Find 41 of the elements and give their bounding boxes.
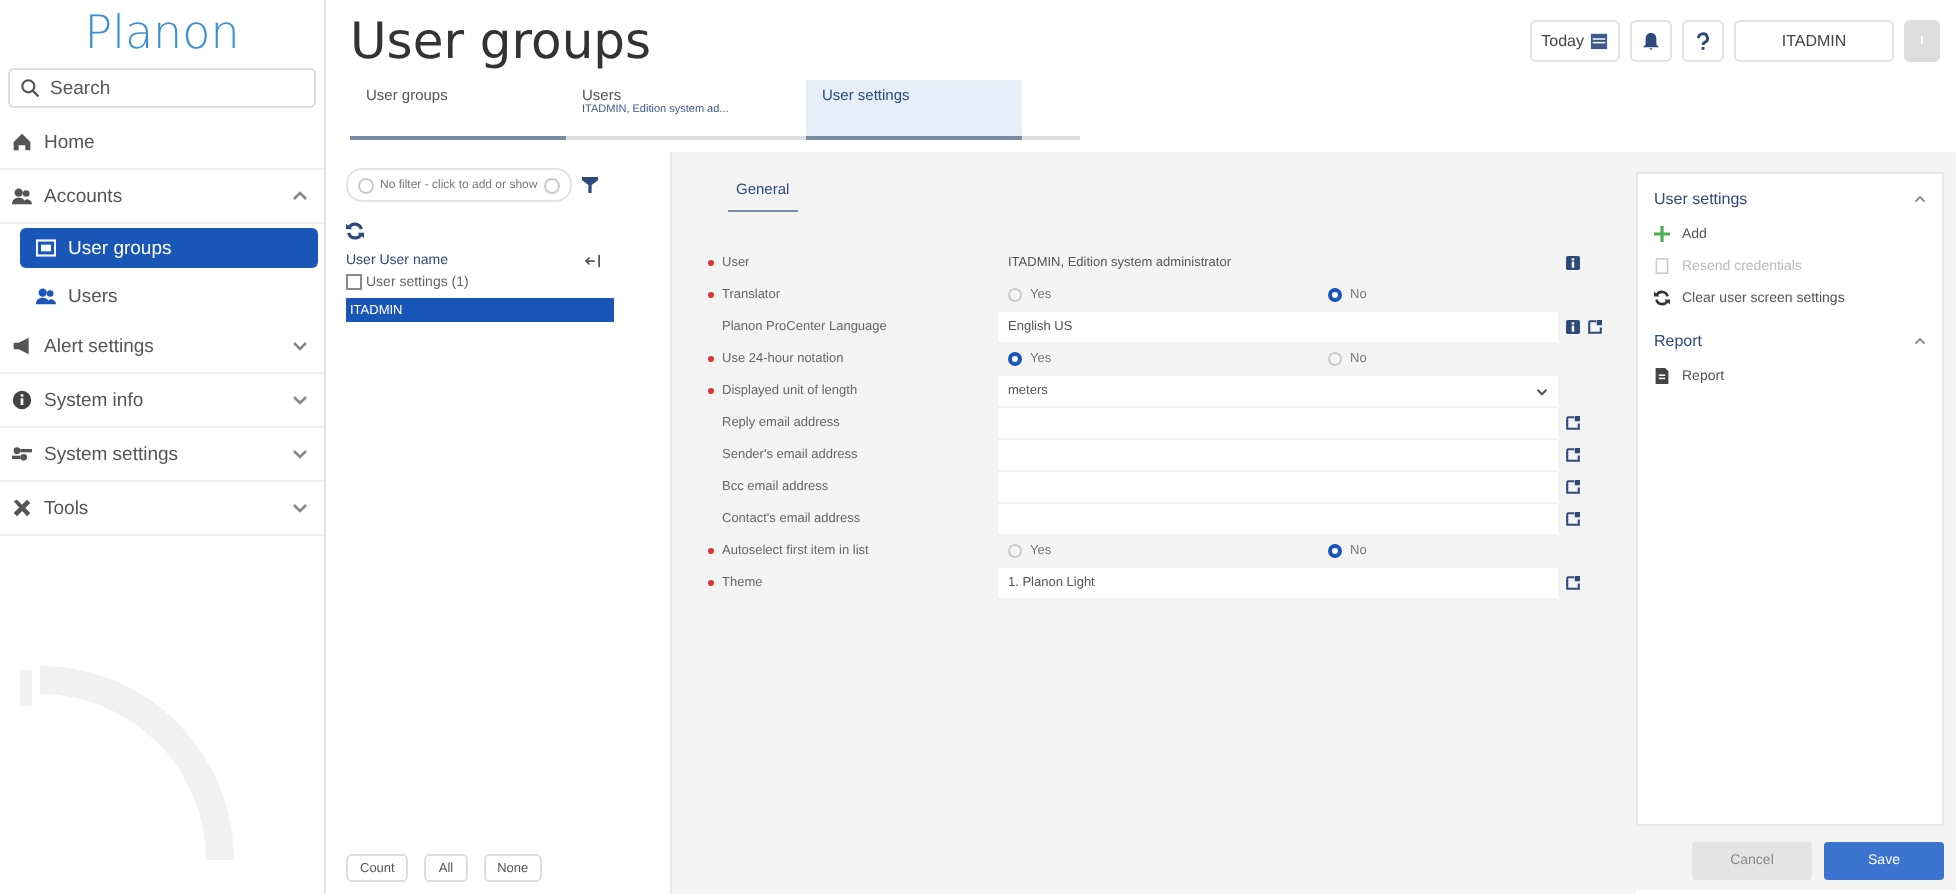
megaphone-icon [12,336,32,356]
today-button[interactable]: Today [1529,19,1620,61]
radio-button[interactable] [1008,352,1022,366]
bell-icon [1642,31,1660,49]
home-icon [12,132,32,152]
nav-subitem[interactable]: Users [20,276,318,316]
nav-item[interactable]: Home [0,116,324,170]
section-title[interactable]: Report [1654,332,1703,350]
page-title: User groups [350,11,654,69]
nav-item[interactable]: Alert settings [0,320,324,374]
nav-item[interactable]: Tools [0,482,324,536]
nav-item[interactable]: System settings [0,428,324,482]
nav-subitem[interactable]: User groups [20,228,318,268]
plus-icon [1654,226,1670,242]
tools-icon [12,498,32,518]
notifications-button[interactable] [1630,19,1672,61]
document-icon [1654,258,1670,274]
calendar-icon [1590,31,1608,49]
checkbox[interactable] [346,274,362,290]
people-icon [36,286,56,306]
radio-button[interactable] [1328,544,1342,558]
help-button[interactable] [1682,19,1724,61]
refresh-icon [1654,290,1670,306]
search-icon [20,78,40,98]
chevron-down-icon [1536,385,1548,397]
refresh-icon [346,222,364,240]
filter-icon [581,176,598,194]
search-field[interactable]: Search [8,68,316,108]
sort-icon [584,254,602,268]
nav-item[interactable]: System info [0,374,324,428]
more-button[interactable] [1904,19,1940,61]
id-card-icon [36,238,56,258]
user-button[interactable]: ITADMIN [1734,19,1894,61]
info-icon [12,390,32,410]
people-icon [12,186,32,206]
radio-button[interactable] [1328,288,1342,302]
report-icon [1654,368,1670,384]
section-title[interactable]: User settings [1654,190,1748,208]
nav-item[interactable]: Accounts [0,170,324,224]
help-icon [1694,31,1712,49]
toggles-icon [12,444,32,464]
